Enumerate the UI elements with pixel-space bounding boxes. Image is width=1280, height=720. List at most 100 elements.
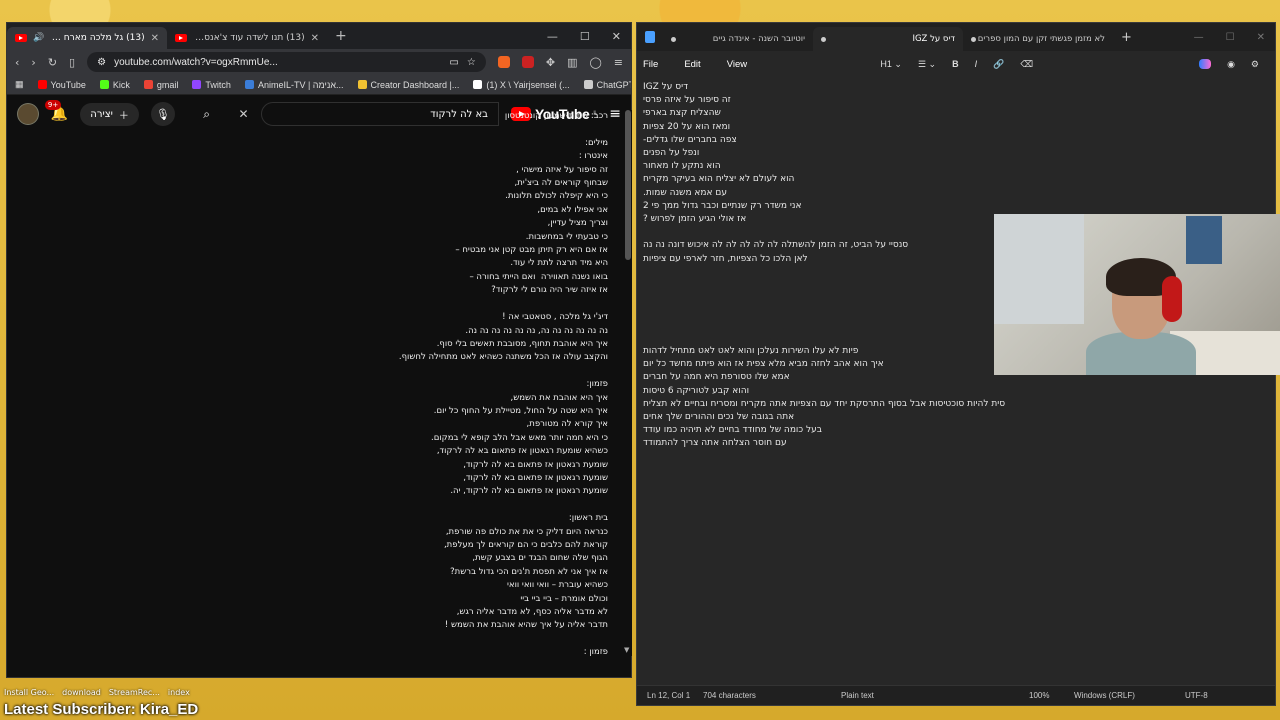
cast-icon[interactable]: ▭ [449, 57, 458, 68]
forward-icon[interactable]: › [31, 56, 35, 69]
zoom-level[interactable]: 100% [1029, 691, 1049, 700]
list-button[interactable]: ☰ ⌄ [918, 59, 936, 70]
close-tab-icon[interactable]: ✕ [151, 33, 159, 44]
window-controls: — ☐ ✕ [1194, 32, 1275, 43]
bookmark-twitch[interactable]: Twitch [192, 80, 231, 90]
star-icon[interactable]: ☆ [467, 57, 476, 68]
close-button[interactable]: ✕ [1257, 32, 1265, 43]
chatgpt-icon [583, 80, 593, 89]
tab-title: (13) גל מלכה מארח את סטיי [50, 33, 145, 43]
x-icon [473, 80, 483, 89]
desktop-icons: Install Geo... download StreamRec... ind… [0, 688, 200, 702]
speaker-icon[interactable]: 🔊 [33, 33, 44, 43]
browser-tabstrip: 🔊 (13) גל מלכה מארח את סטיי ✕ (13) תנו ל… [7, 23, 631, 49]
youtube-favicon-icon [15, 34, 27, 42]
youtube-favicon-icon [175, 34, 187, 42]
bookmark-animeil[interactable]: AnimeIL-TV | אנימה... [244, 80, 344, 90]
notepad-tab[interactable]: לא מזמן פגשתי זקן עם המון ספרים [963, 27, 1113, 51]
animeil-icon [244, 80, 254, 89]
address-bar[interactable]: ⚙ youtube.com/watch?v=ogxRmmUe... ▭ ☆ [87, 52, 486, 72]
bookmark-creator-dashboard[interactable]: Creator Dashboard |... [357, 80, 459, 90]
unsaved-dot-icon[interactable] [971, 36, 976, 42]
minimize-button[interactable]: — [1194, 32, 1204, 43]
italic-button[interactable]: I [975, 59, 978, 69]
clear-format-icon[interactable]: ⌫ [1020, 59, 1033, 70]
new-tab-button[interactable]: + [1113, 30, 1140, 45]
headphones-icon [1162, 276, 1182, 322]
minimize-button[interactable]: — [547, 30, 558, 43]
notepad-tab-active[interactable]: דיס על IGZ [813, 27, 963, 51]
bookmark-youtube[interactable]: YouTube [37, 80, 86, 90]
bookmarks-bar: ▦ YouTube Kick gmail Twitch AnimeIL-TV |… [7, 75, 631, 95]
browser-tab-active[interactable]: 🔊 (13) גל מלכה מארח את סטיי ✕ [7, 27, 167, 49]
desktop-icon[interactable]: download [62, 688, 101, 702]
notification-badge: 9+ [44, 100, 62, 110]
dashboard-icon [357, 80, 367, 89]
cursor-position: Ln 12, Col 1 [647, 691, 691, 700]
apps-icon[interactable]: ▦ [15, 79, 24, 90]
scroll-down-arrow-icon[interactable]: ▼ [624, 646, 629, 654]
bookmark-gmail[interactable]: gmail [143, 80, 178, 90]
profile-icon[interactable]: ◯ [589, 56, 601, 69]
copilot-icon[interactable] [1199, 59, 1212, 69]
menu-edit[interactable]: Edit [684, 59, 700, 70]
notepad-tab[interactable]: יוטיובר השנה - אינדה גיים [663, 27, 813, 51]
desktop-icon[interactable]: index [168, 688, 190, 702]
extensions-puzzle-icon[interactable]: ✥ [546, 56, 555, 69]
character-count: 704 characters [703, 691, 756, 700]
bold-button[interactable]: B [952, 59, 959, 69]
unsaved-dot-icon[interactable] [671, 36, 676, 42]
encoding: UTF-8 [1185, 691, 1208, 700]
notepad-tabstrip: יוטיובר השנה - אינדה גיים דיס על IGZ לא … [637, 23, 1275, 51]
notepad-menubar: File Edit View H1 ⌄ ☰ ⌄ B I 🔗 ⌫ ◉ ⚙ [637, 51, 1275, 77]
format-toolbar: H1 ⌄ ☰ ⌄ B I 🔗 ⌫ ◉ ⚙ [880, 59, 1269, 70]
bookmark-kick[interactable]: Kick [99, 80, 130, 90]
maximize-button[interactable]: ☐ [1226, 32, 1235, 43]
close-button[interactable]: ✕ [612, 30, 621, 43]
heading-select[interactable]: H1 ⌄ [880, 59, 902, 70]
bookmark-chatgpt[interactable]: ChatGPT [583, 80, 631, 90]
menu-icon[interactable]: ≡ [614, 56, 623, 69]
file-format: Plain text [841, 691, 874, 700]
menu-view[interactable]: View [727, 59, 747, 70]
text-editor[interactable]: דיס על IGZ זה סיפור על איזה פרסי שהצליח … [643, 81, 1273, 687]
link-icon[interactable]: 🔗 [993, 59, 1004, 70]
tab-title: (13) תנו לשדה עוד צ'אנס - כוכספוג [193, 33, 305, 43]
desktop-icon[interactable]: Install Geo... [4, 688, 54, 702]
notepad-app-icon [645, 31, 655, 43]
status-bar: Ln 12, Col 1 704 characters Plain text 1… [637, 685, 1275, 705]
url-text: youtube.com/watch?v=ogxRmmUe... [114, 56, 278, 68]
kick-icon [99, 80, 109, 89]
close-tab-icon[interactable]: ✕ [311, 33, 319, 44]
reload-icon[interactable]: ↻ [48, 56, 57, 69]
tab-title: דיס על IGZ [912, 34, 955, 44]
account-icon[interactable]: ◉ [1227, 59, 1235, 70]
extension-icon[interactable] [521, 56, 534, 68]
twitch-icon [192, 80, 202, 89]
window-controls: — ☐ ✕ [547, 30, 631, 43]
desktop-icon[interactable]: StreamRec... [109, 688, 160, 702]
sidebar-icon[interactable]: ▥ [567, 56, 577, 69]
new-tab-button[interactable]: + [327, 28, 355, 44]
gmail-icon [143, 80, 153, 89]
bookmark-icon[interactable]: ▯ [69, 56, 75, 69]
settings-gear-icon[interactable]: ⚙ [1251, 59, 1259, 70]
site-info-icon[interactable]: ⚙ [97, 57, 106, 68]
webcam-poster [1186, 216, 1222, 264]
browser-tab[interactable]: (13) תנו לשדה עוד צ'אנס - כוכספוג ✕ [167, 27, 327, 49]
tab-title: יוטיובר השנה - אינדה גיים [712, 34, 805, 44]
back-icon[interactable]: ‹ [15, 56, 19, 69]
lyrics-text: רכב: שתות-שמעון קונטנטסון מילים: אינטרו … [398, 111, 608, 656]
scrollbar-thumb[interactable] [625, 110, 631, 260]
brave-shield-icon[interactable] [497, 56, 510, 68]
line-endings: Windows (CRLF) [1074, 691, 1135, 700]
webcam-window-bg [994, 214, 1084, 324]
unsaved-dot-icon[interactable] [821, 36, 826, 42]
bookmark-x[interactable]: (1) X \ Yairjsensei (... [473, 80, 570, 90]
tab-title: לא מזמן פגשתי זקן עם המון ספרים [977, 34, 1105, 44]
maximize-button[interactable]: ☐ [580, 30, 590, 43]
menu-file[interactable]: File [643, 59, 658, 70]
page-scrollbar[interactable]: ▼ [624, 110, 632, 656]
youtube-icon [37, 80, 47, 89]
webcam-overlay [994, 214, 1280, 375]
